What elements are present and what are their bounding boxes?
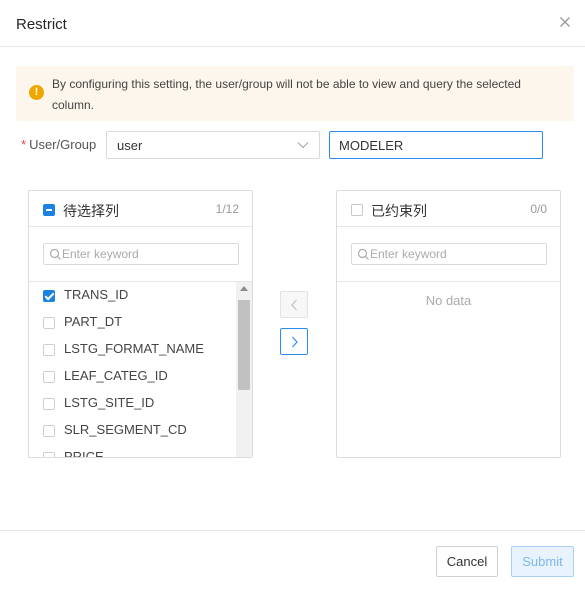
item-label: SLR_SEGMENT_CD [64, 422, 187, 437]
close-icon[interactable] [557, 14, 573, 30]
user-type-select-value: user [117, 138, 143, 153]
list-item[interactable]: LSTG_FORMAT_NAME [29, 336, 236, 363]
list-item[interactable]: LSTG_SITE_ID [29, 390, 236, 417]
select-all-checkbox[interactable] [351, 204, 363, 216]
item-checkbox[interactable] [43, 290, 55, 302]
item-label: PRICE [64, 449, 104, 458]
item-checkbox[interactable] [43, 425, 55, 437]
user-group-label-text: User/Group [29, 137, 97, 152]
item-label: LEAF_CATEG_ID [64, 368, 168, 383]
available-search-input[interactable] [62, 245, 232, 263]
move-right-button[interactable] [280, 328, 308, 355]
search-icon [49, 248, 61, 260]
select-all-checkbox[interactable] [43, 204, 55, 216]
list-item[interactable]: PRICE [29, 444, 236, 458]
restrict-dialog: Restrict ! By configuring this setting, … [0, 0, 585, 589]
restricted-search [351, 243, 547, 265]
item-checkbox[interactable] [43, 371, 55, 383]
required-mark: * [21, 137, 27, 152]
user-group-label: * User/Group [21, 137, 96, 152]
available-columns-panel: 待选择列 1/12 TRANS_ID PART_DT LSTG_FORMAT_N… [28, 190, 253, 458]
available-columns-list: TRANS_ID PART_DT LSTG_FORMAT_NAME LEAF_C… [29, 282, 252, 458]
scroll-up-icon[interactable] [240, 286, 248, 291]
alert-text: By configuring this setting, the user/gr… [52, 77, 521, 112]
available-columns-count: 1/12 [215, 202, 239, 216]
item-label: LSTG_FORMAT_NAME [64, 341, 204, 356]
restricted-columns-count: 0/0 [530, 202, 547, 216]
chevron-left-icon [291, 299, 297, 311]
item-checkbox[interactable] [43, 452, 55, 457]
empty-state-text: No data [425, 293, 472, 308]
available-columns-title: 待选择列 [63, 203, 119, 219]
dialog-footer: Cancel Submit [0, 530, 585, 589]
list-item[interactable]: SLR_SEGMENT_CD [29, 417, 236, 444]
user-name-input[interactable] [329, 131, 543, 159]
search-icon [357, 248, 369, 260]
list-item[interactable]: PART_DT [29, 309, 236, 336]
list-item[interactable]: LEAF_CATEG_ID [29, 363, 236, 390]
chevron-down-icon [297, 142, 309, 149]
available-columns-header: 待选择列 1/12 [29, 191, 252, 227]
list-scrollbar[interactable] [236, 282, 252, 457]
scrollbar-thumb[interactable] [238, 300, 250, 390]
item-label: PART_DT [64, 314, 123, 329]
move-left-button[interactable] [280, 291, 308, 318]
user-type-select[interactable]: user [106, 131, 320, 159]
dialog-title: Restrict [16, 16, 67, 33]
divider [337, 281, 560, 282]
chevron-right-icon [292, 336, 298, 348]
restricted-columns-header: 已约束列 0/0 [337, 191, 560, 227]
item-checkbox[interactable] [43, 317, 55, 329]
item-checkbox[interactable] [43, 398, 55, 410]
available-search [43, 243, 239, 265]
restricted-search-input[interactable] [370, 245, 540, 263]
submit-button[interactable]: Submit [511, 546, 574, 577]
item-label: TRANS_ID [64, 287, 129, 302]
warning-icon: ! [29, 85, 44, 100]
item-label: LSTG_SITE_ID [64, 395, 155, 410]
cancel-button[interactable]: Cancel [436, 546, 498, 577]
item-checkbox[interactable] [43, 344, 55, 356]
restricted-columns-panel: 已约束列 0/0 No data [336, 190, 561, 458]
warning-alert: ! By configuring this setting, the user/… [16, 66, 574, 121]
restricted-columns-title: 已约束列 [371, 203, 427, 219]
list-item[interactable]: TRANS_ID [29, 282, 236, 309]
dialog-header: Restrict [0, 0, 585, 47]
